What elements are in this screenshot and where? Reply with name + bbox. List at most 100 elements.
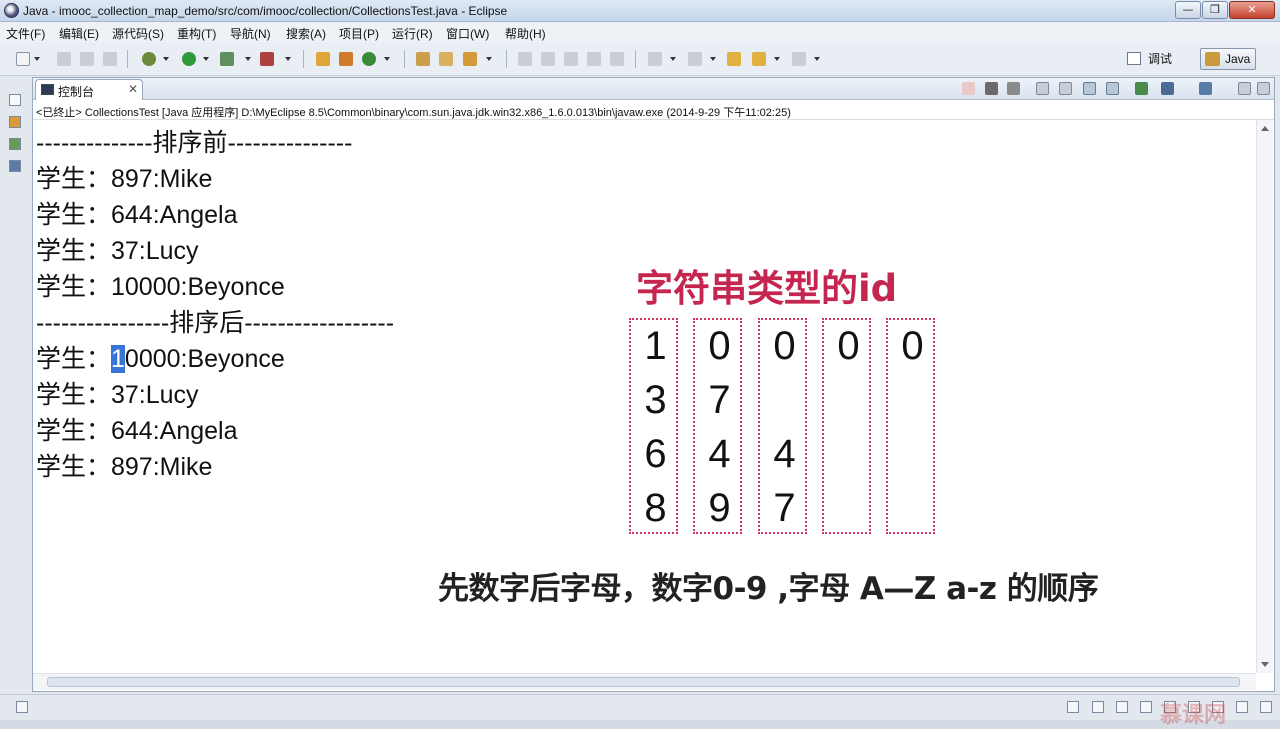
trim-icon[interactable] (1236, 701, 1248, 713)
new-dropdown-icon[interactable] (34, 57, 40, 61)
search-icon[interactable] (463, 52, 477, 66)
toggle-mark-occurrences-icon[interactable] (518, 52, 532, 66)
digit-cell: 8 (644, 486, 667, 530)
run-dropdown-icon[interactable] (203, 57, 209, 61)
debug-dropdown-icon[interactable] (163, 57, 169, 61)
forward-dropdown-icon[interactable] (814, 57, 820, 61)
trim-icon[interactable] (1092, 701, 1104, 713)
menu-refactor[interactable]: 重构(T) (177, 25, 216, 42)
outline-icon[interactable] (9, 160, 21, 172)
vertical-scrollbar[interactable] (1256, 120, 1273, 673)
menu-window[interactable]: 窗口(W) (446, 25, 489, 42)
open-task-icon[interactable] (439, 52, 453, 66)
perspective-debug[interactable]: 调试 (1148, 50, 1172, 67)
trim-icon[interactable] (1140, 701, 1152, 713)
fast-view-icon[interactable] (16, 701, 28, 713)
digit-cell: 7 (708, 378, 731, 422)
new-icon[interactable] (16, 52, 30, 66)
menu-source[interactable]: 源代码(S) (112, 25, 164, 42)
digit-cell: 0 (773, 324, 796, 368)
scroll-lock-icon[interactable] (1059, 82, 1072, 95)
process-status-text: <已终止> CollectionsTest [Java 应用程序] D:\MyE… (36, 107, 791, 119)
trim-icon[interactable] (1067, 701, 1079, 713)
debug-perspective-label: 调试 (1148, 52, 1173, 66)
scroll-up-icon[interactable] (1261, 126, 1269, 131)
tab-console[interactable]: 控制台 ✕ (35, 79, 143, 100)
back-icon[interactable] (752, 52, 766, 66)
forward-icon[interactable] (792, 52, 806, 66)
horizontal-scrollbar[interactable] (33, 673, 1256, 690)
open-console-icon[interactable] (1199, 82, 1212, 95)
last-edit-location-icon[interactable] (727, 52, 741, 66)
remove-launch-icon[interactable] (985, 82, 998, 95)
print-icon[interactable] (103, 52, 117, 66)
terminate-icon[interactable] (962, 82, 975, 95)
package-explorer-icon[interactable] (9, 116, 21, 128)
display-console-icon[interactable] (1161, 82, 1174, 95)
open-type-icon[interactable] (416, 52, 430, 66)
digit-cell: 7 (773, 486, 796, 530)
horizontal-scroll-thumb[interactable] (47, 677, 1240, 687)
new-java-project-icon[interactable] (316, 52, 330, 66)
next-annotation-icon[interactable] (648, 52, 662, 66)
output-line: --------------排序前--------------- (36, 129, 353, 157)
previous-annotation-icon[interactable] (688, 52, 702, 66)
output-line: 学生：897:Mike (36, 453, 213, 481)
block-selection-icon[interactable] (587, 52, 601, 66)
output-line: 学生：644:Angela (36, 417, 238, 445)
menu-project[interactable]: 项目(P) (339, 25, 379, 42)
scroll-down-icon[interactable] (1261, 662, 1269, 667)
coverage-dropdown-icon[interactable] (245, 57, 251, 61)
debug-icon[interactable] (142, 52, 156, 66)
menu-search[interactable]: 搜索(A) (286, 25, 326, 42)
maximize-button[interactable]: ❐ (1202, 1, 1228, 19)
trim-icon[interactable] (1260, 701, 1272, 713)
new-package-icon[interactable] (339, 52, 353, 66)
coverage-icon[interactable] (220, 52, 234, 66)
menu-run[interactable]: 运行(R) (392, 25, 433, 42)
trim-icon[interactable] (1116, 701, 1128, 713)
external-tools-dropdown-icon[interactable] (285, 57, 291, 61)
back-dropdown-icon[interactable] (774, 57, 780, 61)
menu-navigate[interactable]: 导航(N) (230, 25, 271, 42)
minimize-button[interactable]: — (1175, 1, 1201, 19)
edit-icon[interactable] (541, 52, 555, 66)
external-tools-icon[interactable] (260, 52, 274, 66)
clear-console-icon[interactable] (1036, 82, 1049, 95)
search-dropdown-icon[interactable] (486, 57, 492, 61)
close-tab-icon[interactable]: ✕ (128, 82, 138, 96)
restore-icon[interactable] (9, 94, 21, 106)
digit-column-1: 1 3 6 8 (629, 318, 678, 534)
new-class-icon[interactable] (362, 52, 376, 66)
digit-column-2: 0 7 4 9 (693, 318, 742, 534)
digit-column-4: 0 (822, 318, 871, 534)
output-line-selected: 学生：10000:Beyonce (36, 344, 285, 374)
remove-all-terminated-icon[interactable] (1007, 82, 1020, 95)
previous-annotation-dropdown-icon[interactable] (710, 57, 716, 61)
save-all-icon[interactable] (80, 52, 94, 66)
eclipse-logo-icon (4, 3, 19, 18)
digit-column-5: 0 (886, 318, 935, 534)
new-class-dropdown-icon[interactable] (384, 57, 390, 61)
next-annotation-dropdown-icon[interactable] (670, 57, 676, 61)
pin-console-icon[interactable] (1135, 82, 1148, 95)
digit-column-3: 0 4 7 (758, 318, 807, 534)
show-on-stderr-icon[interactable] (1106, 82, 1119, 95)
toolbar-separator (635, 50, 636, 68)
save-icon[interactable] (57, 52, 71, 66)
menu-file[interactable]: 文件(F) (6, 25, 45, 42)
toggle-breadcrumb-icon[interactable] (564, 52, 578, 66)
hierarchy-icon[interactable] (9, 138, 21, 150)
maximize-view-icon[interactable] (1257, 82, 1270, 95)
show-on-stdout-icon[interactable] (1083, 82, 1096, 95)
java-perspective-icon (1205, 52, 1220, 66)
perspective-java[interactable]: Java (1200, 48, 1256, 70)
minimize-view-icon[interactable] (1238, 82, 1251, 95)
menu-edit[interactable]: 编辑(E) (59, 25, 99, 42)
show-whitespace-icon[interactable] (610, 52, 624, 66)
run-icon[interactable] (182, 52, 196, 66)
menu-help[interactable]: 帮助(H) (505, 25, 546, 42)
close-button[interactable]: ✕ (1229, 1, 1275, 19)
toolbar-separator (303, 50, 304, 68)
open-perspective-icon[interactable] (1127, 52, 1141, 65)
